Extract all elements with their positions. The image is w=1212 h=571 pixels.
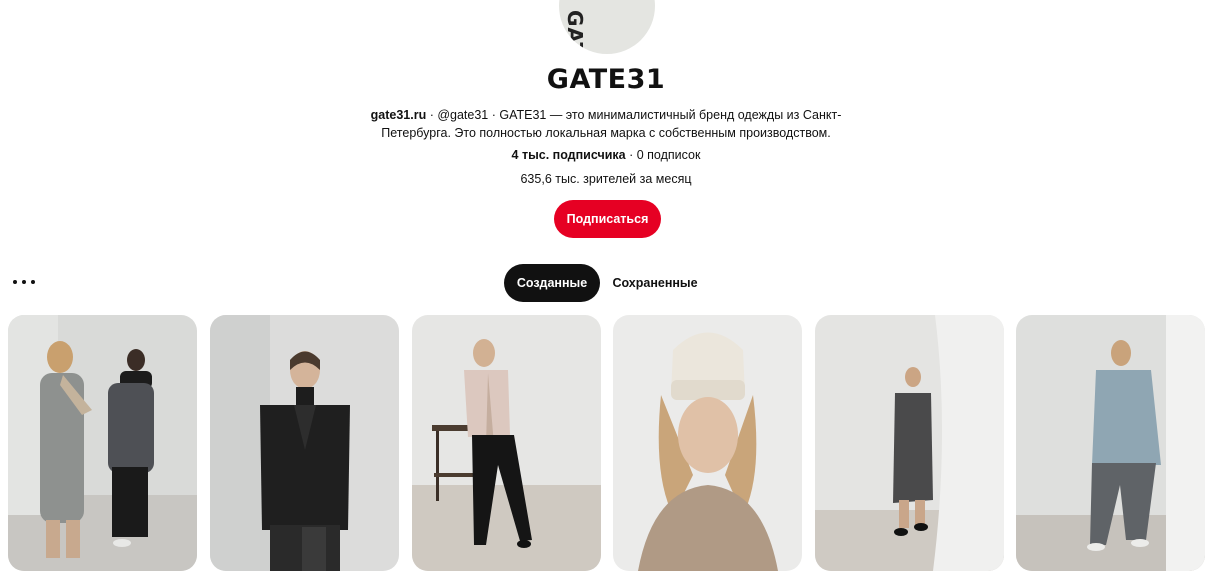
avatar-logo-text: GATE31 [563, 10, 587, 54]
profile-avatar: GATE31 [559, 0, 655, 54]
pin-image-1[interactable] [8, 315, 197, 571]
pin-image-6[interactable] [1016, 315, 1205, 571]
following-count[interactable]: · 0 подписок [626, 148, 700, 162]
subscribe-button[interactable]: Подписаться [554, 200, 661, 238]
tab-created[interactable]: Созданные [504, 264, 600, 302]
pin-image-2[interactable] [210, 315, 399, 571]
pin-image-4[interactable] [613, 315, 802, 571]
ellipsis-dot [13, 280, 17, 284]
bio-text: · @gate31 · GATE31 — это минималистичный… [381, 108, 842, 140]
pin-image-5[interactable] [815, 315, 1004, 571]
ellipsis-dot [22, 280, 26, 284]
followers-count[interactable]: 4 тыс. подписчика [512, 148, 626, 162]
tab-saved[interactable]: Сохраненные [606, 264, 704, 302]
profile-website-link[interactable]: gate31.ru [371, 108, 427, 122]
ellipsis-icon[interactable] [13, 274, 35, 290]
profile-name: GATE31 [546, 64, 666, 95]
monthly-viewers: 635,6 тыс. зрителей за месяц [520, 172, 692, 186]
profile-bio: gate31.ru · @gate31 · GATE31 — это миним… [356, 106, 856, 142]
pin-image-3[interactable] [412, 315, 601, 571]
ellipsis-dot [31, 280, 35, 284]
profile-stats: 4 тыс. подписчика · 0 подписок [0, 148, 1212, 162]
